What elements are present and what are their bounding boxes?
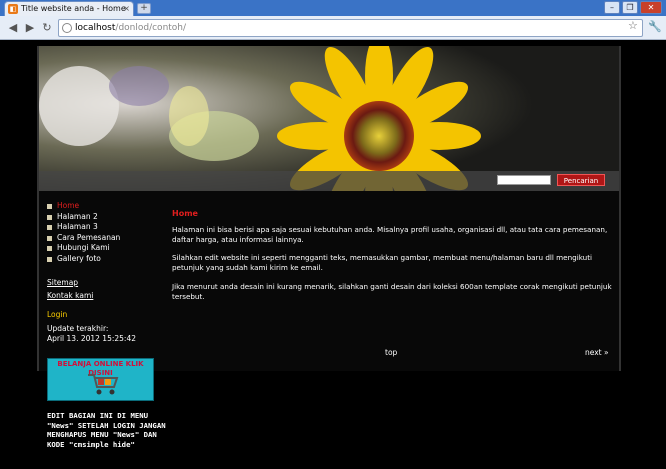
- shopping-cart-icon: [88, 374, 119, 395]
- globe-icon: [62, 23, 72, 33]
- minimize-button[interactable]: –: [604, 1, 620, 14]
- url-path: /donlod/contoh/: [115, 23, 187, 33]
- url-host: localhost: [75, 23, 116, 33]
- search-button[interactable]: Pencarian: [557, 174, 605, 186]
- tab-close-icon[interactable]: ×: [123, 2, 130, 15]
- forward-arrow-icon[interactable]: ▶: [23, 21, 37, 35]
- wrench-icon[interactable]: 🔧: [648, 20, 662, 33]
- login-link[interactable]: Login: [47, 310, 162, 319]
- contact-link[interactable]: Kontak kami: [47, 291, 162, 300]
- top-link[interactable]: top: [385, 348, 397, 357]
- close-window-button[interactable]: ✕: [640, 1, 662, 14]
- tab-title: Title website anda - Home: [21, 4, 126, 13]
- browser-tab[interactable]: ◧ Title website anda - Home ×: [4, 1, 134, 16]
- header-banner-image: Pencarian: [39, 46, 619, 191]
- next-link[interactable]: next »: [585, 348, 609, 357]
- update-date: April 13. 2012 15:25:42: [47, 334, 136, 343]
- address-bar[interactable]: localhost/donlod/contoh/: [58, 19, 643, 37]
- search-input[interactable]: [497, 175, 551, 185]
- menu-item-home[interactable]: Home: [47, 201, 162, 212]
- menu-item-hubungi-kami[interactable]: Hubungi Kami: [47, 243, 162, 254]
- page-title: Home: [172, 209, 198, 218]
- browser-toolbar: ◀ ▶ ↻ localhost/donlod/contoh/ ☆ 🔧: [0, 16, 666, 40]
- reload-icon[interactable]: ↻: [40, 21, 54, 35]
- menu-item-halaman-3[interactable]: Halaman 3: [47, 222, 162, 233]
- back-arrow-icon[interactable]: ◀: [6, 21, 20, 35]
- news-note: EDIT BAGIAN INI DI MENU "News" SETELAH L…: [47, 411, 166, 449]
- bookmark-star-icon[interactable]: ☆: [628, 19, 638, 32]
- menu-item-cara-pemesanan[interactable]: Cara Pemesanan: [47, 233, 162, 244]
- new-tab-button[interactable]: +: [137, 3, 151, 14]
- sitemap-link[interactable]: Sitemap: [47, 278, 162, 287]
- favicon-icon: ◧: [8, 4, 18, 14]
- paragraph-1: Halaman ini bisa berisi apa saja sesuai …: [172, 224, 608, 244]
- paragraph-2: Silahkan edit website ini seperti mengga…: [172, 253, 593, 273]
- update-label: Update terakhir:: [47, 324, 109, 333]
- last-update: Update terakhir: April 13. 2012 15:25:42: [47, 324, 162, 344]
- webpage: Pencarian Home Halaman 2 Halaman 3 Cara …: [0, 41, 666, 469]
- main-content: Home Halaman ini bisa berisi apa saja se…: [172, 209, 612, 311]
- paragraph-3: Jika menurut anda desain ini kurang mena…: [172, 281, 612, 301]
- site-frame: Pencarian Home Halaman 2 Halaman 3 Cara …: [37, 46, 621, 371]
- ad-banner[interactable]: BELANJA ONLINE KLIK DISINI: [47, 358, 154, 401]
- browser-titlebar: ◧ Title website anda - Home × + – ❐ ✕: [0, 0, 666, 16]
- flower-image: [39, 46, 619, 191]
- main-menu: Home Halaman 2 Halaman 3 Cara Pemesanan …: [47, 201, 162, 264]
- maximize-button[interactable]: ❐: [622, 1, 638, 14]
- menu-item-gallery-foto[interactable]: Gallery foto: [47, 254, 162, 265]
- search-bar: Pencarian: [39, 171, 619, 191]
- sidebar: Home Halaman 2 Halaman 3 Cara Pemesanan …: [47, 201, 162, 344]
- menu-item-halaman-2[interactable]: Halaman 2: [47, 212, 162, 223]
